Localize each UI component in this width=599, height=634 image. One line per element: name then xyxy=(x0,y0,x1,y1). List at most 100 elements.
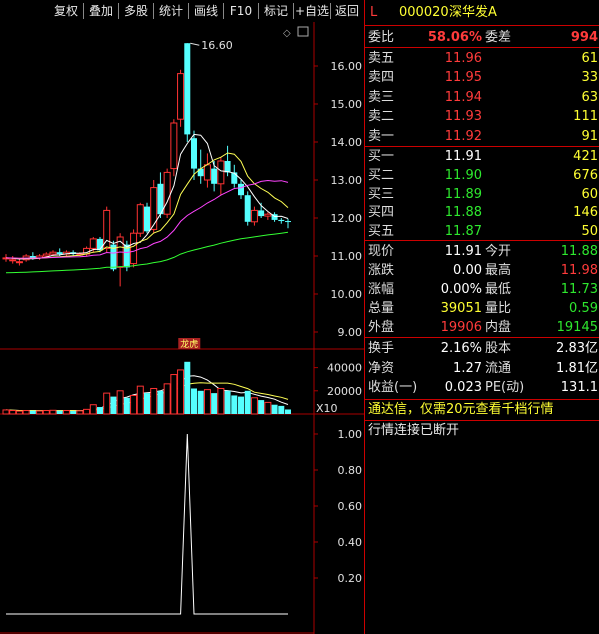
promo-row[interactable]: 通达信，仅需20元查看千档行情 xyxy=(365,400,599,420)
stat-value: 11.91 xyxy=(444,244,482,259)
ask-price: 11.92 xyxy=(444,128,482,144)
bid-row: 买二 11.90 676 xyxy=(365,166,599,185)
window-box-icon[interactable] xyxy=(297,26,309,37)
overlay-button[interactable]: 叠加 xyxy=(84,2,118,20)
ask-volume: 63 xyxy=(581,89,598,105)
volume-bar-down xyxy=(258,400,265,414)
price-tick-label: 15.00 xyxy=(331,98,363,111)
candle-up xyxy=(217,160,225,185)
bid-price: 11.89 xyxy=(444,186,482,202)
volume-bar-down xyxy=(56,410,63,414)
add-favorite-button[interactable]: +自选 xyxy=(294,2,330,20)
candle-up xyxy=(177,73,185,120)
stat-label: 现价 xyxy=(368,244,395,259)
stat-value: 0.59 xyxy=(569,301,598,316)
candle-down xyxy=(144,206,150,232)
candle-up xyxy=(163,171,171,215)
stat-label: 涨幅 xyxy=(368,282,395,297)
indicator-tick-label: 0.60 xyxy=(338,500,363,513)
bid-row: 买一 11.91 421 xyxy=(365,147,599,166)
fundamental-row: 收益(一) 0.023 PE(动) 131.1 xyxy=(365,378,599,397)
price-tick-label: 14.00 xyxy=(331,136,363,149)
volume-bar-up xyxy=(264,401,272,415)
stock-header: L 000020 深华发A xyxy=(365,2,599,24)
stat-row: 涨幅 0.00% 最低 11.73 xyxy=(365,280,599,299)
moving-averages xyxy=(5,133,289,412)
stat-row: 涨跌 0.00 最高 11.98 xyxy=(365,261,599,280)
volume-bar-up xyxy=(170,374,178,415)
fundamental-value: 0.023 xyxy=(444,380,482,395)
bid-volume: 60 xyxy=(581,186,598,202)
ask-level-label: 卖三 xyxy=(368,89,395,105)
candles xyxy=(2,43,291,287)
volume-bar-up xyxy=(62,410,70,415)
volume-bar-up xyxy=(49,409,57,415)
volume-bar-down xyxy=(144,393,150,414)
candle-up xyxy=(136,204,144,234)
volume-bar-up xyxy=(150,387,158,415)
multi-stock-button[interactable]: 多股 xyxy=(119,2,153,20)
ask-volume: 91 xyxy=(581,128,598,144)
axis-labels: 16.00 15.00 14.00 13.00 12.00 11.00 10.00 9.00 ◇… xyxy=(178,26,363,585)
quote-panel: L 000020 深华发A 委比 58.06% 委差 994 卖五 11.96 61… xyxy=(364,0,599,634)
divider xyxy=(365,240,599,241)
ask-level-label: 卖一 xyxy=(368,128,395,144)
stock-name: 深华发A xyxy=(449,5,497,20)
stat-value: 0.00% xyxy=(440,282,482,297)
fundamental-row: 净资 1.27 流通 1.81亿 xyxy=(365,359,599,378)
ask-row: 卖四 11.95 33 xyxy=(365,68,599,87)
stat-label: 今开 xyxy=(485,244,512,259)
ask-row: 卖一 11.92 91 xyxy=(365,127,599,146)
fundamental-value: 1.27 xyxy=(453,360,482,376)
volume-bar-down xyxy=(184,361,191,414)
volume-bar-up xyxy=(2,409,10,415)
fuquan-button[interactable]: 复权 xyxy=(49,2,83,20)
status-row: 行情连接已断开 xyxy=(365,421,599,441)
fundamental-value: 2.16% xyxy=(440,341,482,356)
volume-bar-down xyxy=(271,404,278,414)
stat-value: 19906 xyxy=(440,320,482,335)
volume-bar-up xyxy=(217,387,225,415)
fundamental-value: 131.1 xyxy=(560,380,598,395)
divider xyxy=(365,25,599,26)
f10-button[interactable]: F10 xyxy=(224,2,258,20)
fundamental-value: 2.83亿 xyxy=(556,341,598,356)
stat-label: 内盘 xyxy=(485,320,512,335)
fundamental-label: 流通 xyxy=(485,360,512,376)
volume-bar-down xyxy=(278,405,285,414)
volume-bar-up xyxy=(15,410,23,415)
ask-level-label: 卖五 xyxy=(368,51,395,66)
ask-price: 11.93 xyxy=(444,109,482,125)
event-tag-label: 龙虎 xyxy=(180,338,198,350)
volume-bar-down xyxy=(211,393,218,414)
candle-down xyxy=(244,195,251,222)
indicator-line xyxy=(6,433,288,615)
bid-volume: 146 xyxy=(573,205,598,221)
back-button[interactable]: 返回 xyxy=(331,2,363,20)
ask-price: 11.94 xyxy=(444,89,482,105)
candle-up xyxy=(89,238,97,249)
connection-status: 行情连接已断开 xyxy=(368,423,460,438)
volume-bar-up xyxy=(76,410,84,415)
price-tick-label: 12.00 xyxy=(331,212,363,225)
draw-line-button[interactable]: 画线 xyxy=(189,2,223,20)
stat-value: 39051 xyxy=(440,301,482,316)
mark-button[interactable]: 标记 xyxy=(259,2,293,20)
ask-row: 卖二 11.93 111 xyxy=(365,107,599,126)
volume-bar-up xyxy=(103,392,111,415)
kline-chart[interactable]: 16.00 15.00 14.00 13.00 12.00 11.00 10.00 9.00 ◇… xyxy=(0,22,364,634)
weibi-value: 58.06% xyxy=(427,30,482,45)
promo-text[interactable]: 通达信，仅需20元查看千档行情 xyxy=(368,400,554,420)
stat-label: 总量 xyxy=(368,301,395,316)
volume-bar-down xyxy=(244,390,251,414)
peak-price-label: 16.60 xyxy=(201,39,233,52)
fundamental-label: 换手 xyxy=(368,341,395,356)
bid-volume: 421 xyxy=(573,149,598,164)
candle-down xyxy=(231,172,238,184)
statistics-button[interactable]: 统计 xyxy=(154,2,188,20)
ask-level-label: 卖四 xyxy=(368,70,395,86)
candle-down xyxy=(278,219,285,222)
volume-bar-up xyxy=(177,369,185,415)
diamond-icon: ◇ xyxy=(283,28,291,39)
price-tick-label: 13.00 xyxy=(331,174,363,187)
